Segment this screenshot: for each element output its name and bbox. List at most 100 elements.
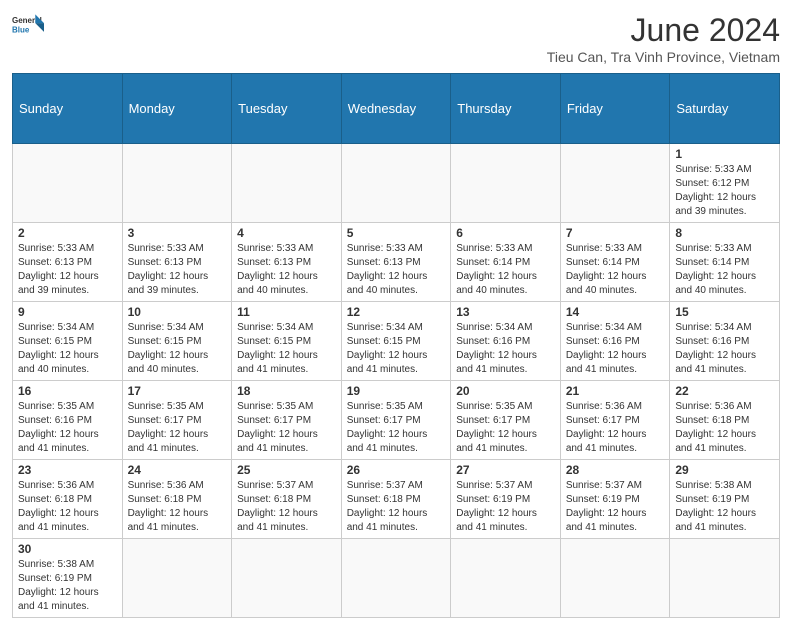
day-number: 24 [128, 463, 227, 477]
day-info: Sunrise: 5:35 AM Sunset: 6:17 PM Dayligh… [128, 400, 227, 456]
day-info: Sunrise: 5:36 AM Sunset: 6:18 PM Dayligh… [675, 400, 774, 456]
day-info: Sunrise: 5:37 AM Sunset: 6:19 PM Dayligh… [456, 479, 555, 535]
calendar-day-cell: 18 Sunrise: 5:35 AM Sunset: 6:17 PM Dayli… [232, 381, 342, 460]
day-number: 10 [128, 305, 227, 319]
calendar-day-cell: 1Sunrise: 5:33 AM Sunset: 6:12 PM Daylig… [670, 144, 780, 223]
day-info: Sunrise: 5:38 AM Sunset: 6:19 PM Dayligh… [675, 479, 774, 535]
calendar-day-cell: 12 Sunrise: 5:34 AM Sunset: 6:15 PM Dayli… [341, 302, 451, 381]
calendar-day-cell: 17 Sunrise: 5:35 AM Sunset: 6:17 PM Dayli… [122, 381, 232, 460]
day-number: 21 [566, 384, 665, 398]
calendar-day-cell: 20 Sunrise: 5:35 AM Sunset: 6:17 PM Dayli… [451, 381, 561, 460]
calendar-day-cell [341, 144, 451, 223]
weekday-header-tuesday: Tuesday [232, 74, 342, 144]
day-number: 9 [18, 305, 117, 319]
day-number: 12 [347, 305, 446, 319]
calendar-week-row: 1Sunrise: 5:33 AM Sunset: 6:12 PM Daylig… [13, 144, 780, 223]
calendar-day-cell: 26Sunrise: 5:37 AM Sunset: 6:18 PM Dayli… [341, 460, 451, 539]
day-info: Sunrise: 5:35 AM Sunset: 6:17 PM Dayligh… [347, 400, 446, 456]
day-info: Sunrise: 5:34 AM Sunset: 6:15 PM Dayligh… [237, 321, 336, 377]
calendar-week-row: 2 Sunrise: 5:33 AM Sunset: 6:13 PM Daylig… [13, 223, 780, 302]
day-number: 19 [347, 384, 446, 398]
calendar-day-cell: 10Sunrise: 5:34 AM Sunset: 6:15 PM Dayli… [122, 302, 232, 381]
day-info: Sunrise: 5:35 AM Sunset: 6:16 PM Dayligh… [18, 400, 117, 456]
calendar-day-cell: 25 Sunrise: 5:37 AM Sunset: 6:18 PM Dayli… [232, 460, 342, 539]
day-number: 26 [347, 463, 446, 477]
day-number: 17 [128, 384, 227, 398]
weekday-header-monday: Monday [122, 74, 232, 144]
calendar-day-cell [341, 539, 451, 618]
calendar-day-cell: 5Sunrise: 5:33 AM Sunset: 6:13 PM Daylig… [341, 223, 451, 302]
calendar-day-cell: 4 Sunrise: 5:33 AM Sunset: 6:13 PM Daylig… [232, 223, 342, 302]
day-number: 2 [18, 226, 117, 240]
calendar-day-cell: 22 Sunrise: 5:36 AM Sunset: 6:18 PM Dayli… [670, 381, 780, 460]
calendar-day-cell [451, 144, 561, 223]
month-title: June 2024 [547, 12, 780, 49]
svg-text:Blue: Blue [12, 26, 30, 35]
day-info: Sunrise: 5:34 AM Sunset: 6:16 PM Dayligh… [675, 321, 774, 377]
page: General Blue June 2024 Tieu Can, Tra Vin… [0, 0, 792, 630]
title-block: June 2024 Tieu Can, Tra Vinh Province, V… [547, 12, 780, 65]
calendar-day-cell: 23 Sunrise: 5:36 AM Sunset: 6:18 PM Dayli… [13, 460, 123, 539]
calendar-day-cell: 3Sunrise: 5:33 AM Sunset: 6:13 PM Daylig… [122, 223, 232, 302]
day-number: 1 [675, 147, 774, 161]
day-number: 16 [18, 384, 117, 398]
calendar-day-cell: 30 Sunrise: 5:38 AM Sunset: 6:19 PM Dayli… [13, 539, 123, 618]
calendar-day-cell [13, 144, 123, 223]
calendar-day-cell: 21 Sunrise: 5:36 AM Sunset: 6:17 PM Dayli… [560, 381, 670, 460]
day-info: Sunrise: 5:37 AM Sunset: 6:18 PM Dayligh… [237, 479, 336, 535]
day-info: Sunrise: 5:33 AM Sunset: 6:13 PM Dayligh… [347, 242, 446, 298]
weekday-header-wednesday: Wednesday [341, 74, 451, 144]
weekday-header-saturday: Saturday [670, 74, 780, 144]
day-number: 18 [237, 384, 336, 398]
location: Tieu Can, Tra Vinh Province, Vietnam [547, 49, 780, 65]
day-info: Sunrise: 5:36 AM Sunset: 6:17 PM Dayligh… [566, 400, 665, 456]
day-info: Sunrise: 5:35 AM Sunset: 6:17 PM Dayligh… [237, 400, 336, 456]
calendar-week-row: 23 Sunrise: 5:36 AM Sunset: 6:18 PM Dayli… [13, 460, 780, 539]
day-info: Sunrise: 5:33 AM Sunset: 6:14 PM Dayligh… [456, 242, 555, 298]
day-number: 11 [237, 305, 336, 319]
calendar-day-cell: 16 Sunrise: 5:35 AM Sunset: 6:16 PM Dayli… [13, 381, 123, 460]
calendar-day-cell: 15Sunrise: 5:34 AM Sunset: 6:16 PM Dayli… [670, 302, 780, 381]
day-info: Sunrise: 5:38 AM Sunset: 6:19 PM Dayligh… [18, 558, 117, 614]
calendar-week-row: 16 Sunrise: 5:35 AM Sunset: 6:16 PM Dayli… [13, 381, 780, 460]
day-info: Sunrise: 5:36 AM Sunset: 6:18 PM Dayligh… [18, 479, 117, 535]
calendar-day-cell: 29Sunrise: 5:38 AM Sunset: 6:19 PM Dayli… [670, 460, 780, 539]
day-info: Sunrise: 5:34 AM Sunset: 6:16 PM Dayligh… [456, 321, 555, 377]
calendar-day-cell: 7Sunrise: 5:33 AM Sunset: 6:14 PM Daylig… [560, 223, 670, 302]
calendar-day-cell [560, 144, 670, 223]
header: General Blue June 2024 Tieu Can, Tra Vin… [12, 12, 780, 65]
day-info: Sunrise: 5:34 AM Sunset: 6:15 PM Dayligh… [347, 321, 446, 377]
calendar-day-cell: 11 Sunrise: 5:34 AM Sunset: 6:15 PM Dayli… [232, 302, 342, 381]
day-info: Sunrise: 5:33 AM Sunset: 6:13 PM Dayligh… [128, 242, 227, 298]
day-number: 30 [18, 542, 117, 556]
day-number: 8 [675, 226, 774, 240]
day-number: 20 [456, 384, 555, 398]
calendar-day-cell [232, 539, 342, 618]
day-info: Sunrise: 5:33 AM Sunset: 6:14 PM Dayligh… [675, 242, 774, 298]
day-info: Sunrise: 5:33 AM Sunset: 6:14 PM Dayligh… [566, 242, 665, 298]
day-number: 27 [456, 463, 555, 477]
calendar-day-cell [232, 144, 342, 223]
day-number: 25 [237, 463, 336, 477]
calendar-day-cell: 6 Sunrise: 5:33 AM Sunset: 6:14 PM Daylig… [451, 223, 561, 302]
day-number: 6 [456, 226, 555, 240]
day-number: 4 [237, 226, 336, 240]
weekday-header-thursday: Thursday [451, 74, 561, 144]
calendar-day-cell [560, 539, 670, 618]
day-info: Sunrise: 5:33 AM Sunset: 6:13 PM Dayligh… [18, 242, 117, 298]
day-number: 22 [675, 384, 774, 398]
calendar-day-cell [451, 539, 561, 618]
day-info: Sunrise: 5:34 AM Sunset: 6:16 PM Dayligh… [566, 321, 665, 377]
day-number: 13 [456, 305, 555, 319]
day-number: 28 [566, 463, 665, 477]
day-info: Sunrise: 5:34 AM Sunset: 6:15 PM Dayligh… [18, 321, 117, 377]
day-info: Sunrise: 5:35 AM Sunset: 6:17 PM Dayligh… [456, 400, 555, 456]
day-number: 23 [18, 463, 117, 477]
calendar-day-cell [122, 144, 232, 223]
calendar-day-cell: 19 Sunrise: 5:35 AM Sunset: 6:17 PM Dayli… [341, 381, 451, 460]
calendar-day-cell: 27 Sunrise: 5:37 AM Sunset: 6:19 PM Dayli… [451, 460, 561, 539]
calendar-day-cell [122, 539, 232, 618]
day-info: Sunrise: 5:33 AM Sunset: 6:13 PM Dayligh… [237, 242, 336, 298]
calendar-table: SundayMondayTuesdayWednesdayThursdayFrid… [12, 73, 780, 618]
day-info: Sunrise: 5:36 AM Sunset: 6:18 PM Dayligh… [128, 479, 227, 535]
